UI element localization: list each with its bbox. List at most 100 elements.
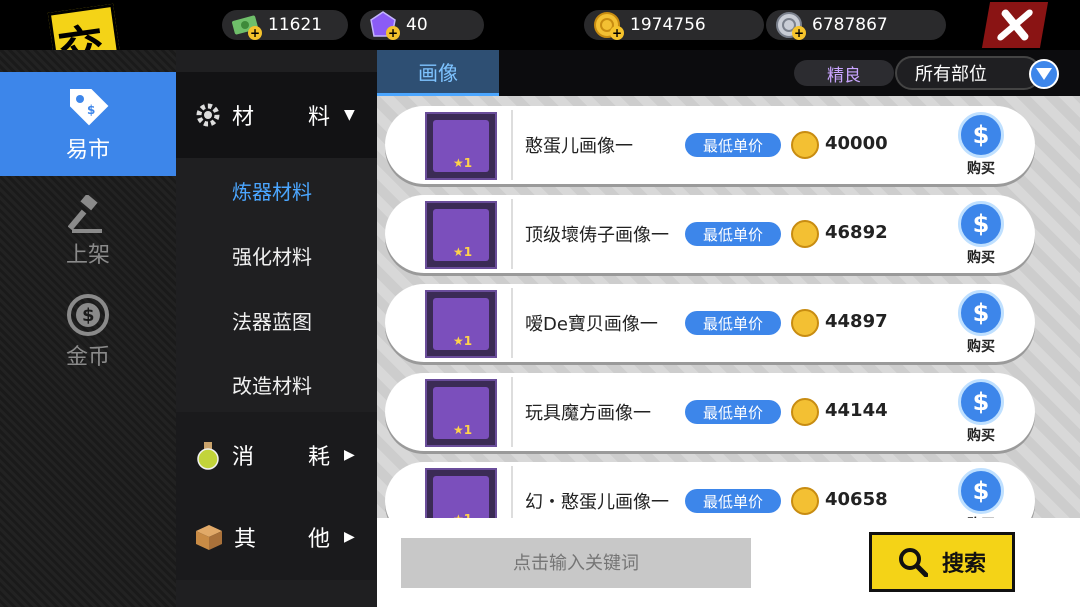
buy-label: 购买 xyxy=(967,161,995,177)
category-column: 材 料 ▼ 炼器材料 强化材料 法器蓝图 改造材料 消 耗 ▶ 其 他 ▶ xyxy=(176,50,377,607)
buy-button[interactable]: $ 购买 xyxy=(953,379,1009,445)
dropdown-button[interactable] xyxy=(1029,59,1059,89)
item-row[interactable]: ★1 嗳De寶贝画像一 最低单价 44897 $ 购买 xyxy=(385,284,1035,362)
item-thumbnail[interactable]: ★1 xyxy=(425,290,497,358)
divider xyxy=(511,110,513,180)
buy-label: 购买 xyxy=(967,339,995,355)
lowest-price-tag: 最低单价 xyxy=(685,133,781,157)
buy-label: 购买 xyxy=(967,250,995,266)
category-others-label-2: 他 xyxy=(308,527,331,552)
close-button[interactable] xyxy=(981,2,1049,48)
item-name: 玩具魔方画像一 xyxy=(525,403,651,424)
gold-currency[interactable]: + 1974756 xyxy=(584,10,764,40)
add-gold-button[interactable]: + xyxy=(610,26,624,40)
quality-filter[interactable]: 精良 xyxy=(794,60,894,86)
buy-label: 购买 xyxy=(967,428,995,444)
gold-coin-icon xyxy=(791,220,819,248)
close-icon xyxy=(997,9,1033,41)
search-button-label: 搜索 xyxy=(941,552,986,577)
divider xyxy=(511,288,513,358)
triangle-down-icon xyxy=(1036,68,1052,80)
tag-icon: $ xyxy=(70,89,109,126)
nav-item-gold[interactable]: $ 金币 xyxy=(0,280,176,384)
gold-coin-icon xyxy=(791,487,819,515)
box-icon xyxy=(196,525,222,550)
item-price: 40658 xyxy=(825,489,888,510)
lowest-price-tag: 最低单价 xyxy=(685,489,781,513)
category-materials[interactable]: 材 料 ▼ xyxy=(176,72,377,158)
nav-item-list[interactable]: 上架 xyxy=(0,180,176,284)
star-level: ★1 xyxy=(453,423,473,437)
dollar-icon: $ xyxy=(958,290,1004,336)
cash-currency[interactable]: + 11621 xyxy=(222,10,348,40)
star-level: ★1 xyxy=(453,334,473,348)
add-gem-button[interactable]: + xyxy=(386,26,400,40)
search-bar: 搜索 xyxy=(377,518,1080,607)
subcat-modify[interactable]: 改造材料 xyxy=(232,370,312,399)
dollar-icon: $ xyxy=(958,379,1004,425)
gavel-icon xyxy=(68,195,102,233)
dollar-coin-icon: $ xyxy=(67,294,109,336)
gem-currency[interactable]: + 40 xyxy=(360,10,484,40)
item-thumbnail[interactable]: ★1 xyxy=(425,112,497,180)
star-level: ★1 xyxy=(453,156,473,170)
buy-button[interactable]: $ 购买 xyxy=(953,112,1009,178)
item-name: 憨蛋儿画像一 xyxy=(525,136,633,157)
chevron-right-icon: ▶ xyxy=(344,447,355,463)
gear-icon xyxy=(196,103,220,127)
potion-icon xyxy=(197,442,219,470)
tab-portrait[interactable]: 画像 xyxy=(377,50,499,96)
lowest-price-tag: 最低单价 xyxy=(685,222,781,246)
item-name: 顶级壞俦子画像一 xyxy=(525,225,669,246)
cash-value: 11621 xyxy=(268,15,323,35)
star-level: ★1 xyxy=(453,245,473,259)
item-row[interactable]: ★1 玩具魔方画像一 最低单价 44144 $ 购买 xyxy=(385,373,1035,451)
item-thumbnail[interactable]: ★1 xyxy=(425,201,497,269)
subcat-refining[interactable]: 炼器材料 xyxy=(232,176,312,205)
buy-button[interactable]: $ 购买 xyxy=(953,290,1009,356)
part-filter-dropdown[interactable]: 所有部位 xyxy=(895,56,1059,90)
silver-currency[interactable]: + 6787867 xyxy=(766,10,946,40)
buy-button[interactable]: $ 购买 xyxy=(953,201,1009,267)
chevron-right-icon: ▶ xyxy=(344,529,355,545)
category-materials-label-2: 料 xyxy=(308,105,331,130)
category-consumables-label-2: 耗 xyxy=(308,445,331,470)
nav-item-market[interactable]: $ 易市 xyxy=(0,72,176,176)
part-filter-label: 所有部位 xyxy=(915,64,987,85)
category-others[interactable]: 其 他 ▶ xyxy=(176,494,377,580)
item-name: 嗳De寶贝画像一 xyxy=(525,314,658,335)
item-row[interactable]: ★1 幻・憨蛋儿画像一 最低单价 40658 $ 购买 xyxy=(385,462,1035,518)
item-list: ★1 憨蛋儿画像一 最低单价 40000 $ 购买 ★1 顶级壞俦子画像一 最低… xyxy=(377,96,1080,518)
gold-value: 1974756 xyxy=(630,15,706,35)
search-button[interactable]: 搜索 xyxy=(869,532,1015,592)
add-silver-button[interactable]: + xyxy=(792,26,806,40)
gold-coin-icon xyxy=(791,398,819,426)
search-input[interactable] xyxy=(401,538,751,588)
dollar-icon: $ xyxy=(958,468,1004,514)
lowest-price-tag: 最低单价 xyxy=(685,400,781,424)
divider xyxy=(511,466,513,518)
buy-button[interactable]: $ 购买 xyxy=(953,468,1009,518)
item-price: 40000 xyxy=(825,133,888,154)
divider xyxy=(511,377,513,447)
category-consumables[interactable]: 消 耗 ▶ xyxy=(176,412,377,498)
category-materials-label-1: 材 xyxy=(232,105,255,130)
nav-label-market: 易市 xyxy=(65,138,110,163)
item-price: 46892 xyxy=(825,222,888,243)
item-thumbnail[interactable]: ★1 xyxy=(425,379,497,447)
item-row[interactable]: ★1 顶级壞俦子画像一 最低单价 46892 $ 购买 xyxy=(385,195,1035,273)
nav-label-list: 上架 xyxy=(65,243,110,268)
lowest-price-tag: 最低单价 xyxy=(685,311,781,335)
svg-text:$: $ xyxy=(87,103,95,117)
item-price: 44897 xyxy=(825,311,888,332)
subcat-blueprint[interactable]: 法器蓝图 xyxy=(232,306,312,335)
subcat-enhance[interactable]: 强化材料 xyxy=(232,241,312,270)
nav-label-gold: 金币 xyxy=(65,345,110,370)
add-cash-button[interactable]: + xyxy=(248,26,262,40)
item-row[interactable]: ★1 憨蛋儿画像一 最低单价 40000 $ 购买 xyxy=(385,106,1035,184)
category-others-label-1: 其 xyxy=(234,527,257,552)
svg-text:$: $ xyxy=(82,305,95,326)
item-price: 44144 xyxy=(825,400,888,421)
item-thumbnail[interactable]: ★1 xyxy=(425,468,497,518)
dollar-icon: $ xyxy=(958,112,1004,158)
